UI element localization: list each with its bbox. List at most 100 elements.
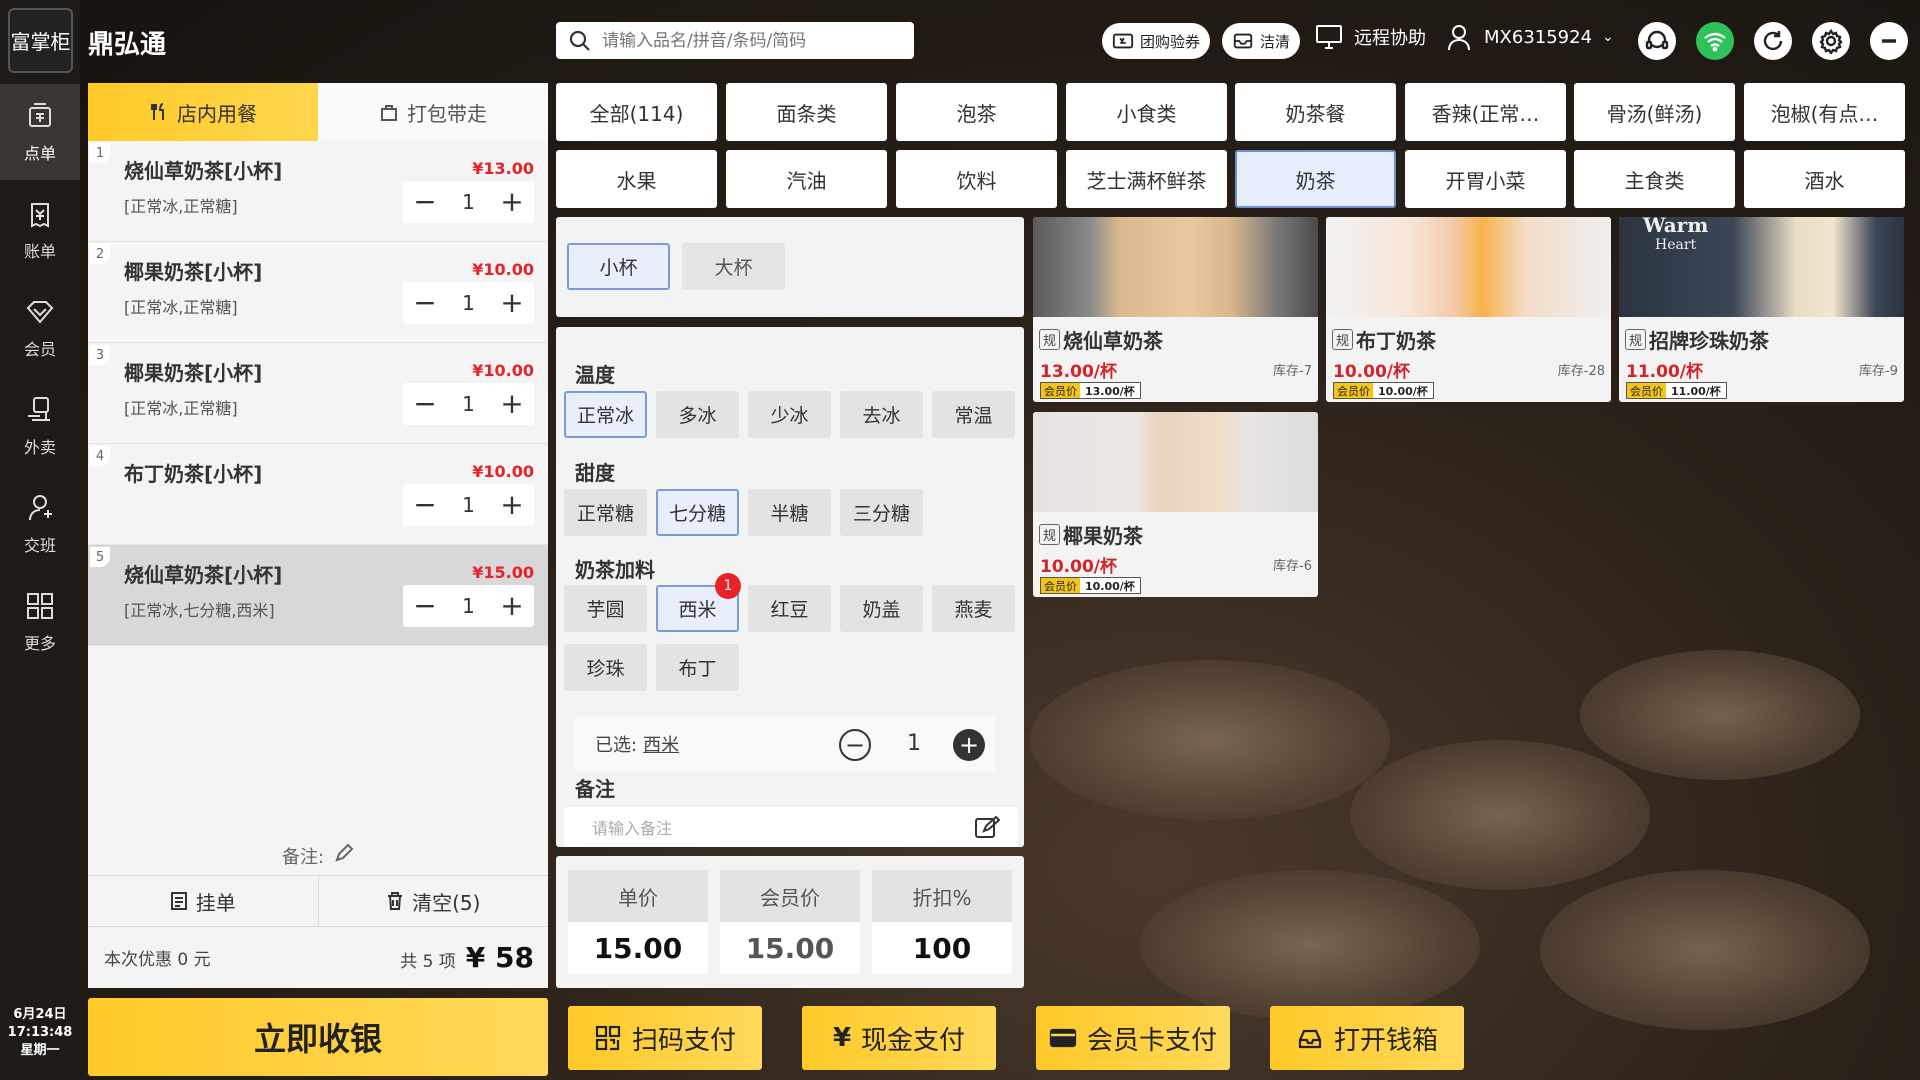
order-line-item[interactable]: 3 椰果奶茶[小杯] ¥10.00 [正常冰,正常糖] − 1 + <box>88 343 548 444</box>
category-item-active[interactable]: 奶茶 <box>1235 150 1396 208</box>
increase-button[interactable]: + <box>500 188 524 216</box>
category-item[interactable]: 汽油 <box>726 150 887 208</box>
product-card[interactable]: Warm Heart 规招牌珍珠奶茶 11.00/杯 库存-9 会员价 11.00… <box>1619 217 1904 402</box>
sweet-option[interactable]: 七分糖 <box>656 489 739 536</box>
checkout-button[interactable]: 立即收银 <box>88 998 548 1076</box>
user-icon <box>1448 25 1470 51</box>
clean-button[interactable]: 洁清 <box>1222 23 1301 59</box>
tab-takeaway[interactable]: 打包带走 <box>318 83 548 141</box>
product-image: Warm Heart <box>1619 217 1904 317</box>
topping-decrease-button[interactable]: − <box>839 729 871 761</box>
search-box[interactable] <box>556 22 914 59</box>
settings-button[interactable] <box>1812 22 1850 60</box>
topping-option[interactable]: 布丁 <box>656 644 739 691</box>
order-note[interactable]: 备注: <box>88 843 548 869</box>
product-card[interactable]: 规烧仙草奶茶 13.00/杯 库存-7 会员价 13.00/杯 <box>1033 217 1318 402</box>
support-button[interactable] <box>1638 22 1676 60</box>
category-all[interactable]: 全部(114) <box>556 83 717 141</box>
mail-icon <box>1233 33 1253 49</box>
category-item[interactable]: 小食类 <box>1066 83 1227 141</box>
increase-button[interactable]: + <box>500 592 524 620</box>
nav-handover[interactable]: 交班 <box>0 476 80 572</box>
order-line-item[interactable]: 1 烧仙草奶茶[小杯] ¥13.00 [正常冰,正常糖] − 1 + <box>88 141 548 242</box>
order-icon <box>29 103 51 127</box>
brand-name: 鼎弘通 <box>88 30 167 60</box>
increase-button[interactable]: + <box>500 491 524 519</box>
topping-option[interactable]: 燕麦 <box>932 585 1015 632</box>
open-drawer-button[interactable]: 打开钱箱 <box>1270 1006 1464 1070</box>
spec-options-panel: 温度 正常冰 多冰 少冰 去冰 常温 甜度 正常糖 七分糖 半糖 三分糖 奶茶加… <box>556 327 1024 847</box>
category-item[interactable]: 骨汤(鲜汤) <box>1574 83 1735 141</box>
sweet-option[interactable]: 三分糖 <box>840 489 923 536</box>
trash-icon <box>388 892 403 910</box>
topping-option[interactable]: 珍珠 <box>564 644 647 691</box>
category-item[interactable]: 面条类 <box>726 83 887 141</box>
increase-button[interactable]: + <box>500 390 524 418</box>
quantity-stepper: − 1 + <box>403 181 534 223</box>
category-item[interactable]: 芝士满杯鲜茶 <box>1066 150 1227 208</box>
discount-field[interactable]: 折扣% 100 <box>872 870 1012 974</box>
tab-dine-in[interactable]: 店内用餐 <box>88 83 318 141</box>
category-item[interactable]: 香辣(正常… <box>1405 83 1566 141</box>
temp-option[interactable]: 少冰 <box>748 391 831 438</box>
order-line-item[interactable]: 4 布丁奶茶[小杯] ¥10.00 − 1 + <box>88 444 548 545</box>
decrease-button[interactable]: − <box>413 289 437 317</box>
decrease-button[interactable]: − <box>413 188 437 216</box>
temp-option[interactable]: 常温 <box>932 391 1015 438</box>
decrease-button[interactable]: − <box>413 390 437 418</box>
document-icon <box>170 892 187 910</box>
size-large[interactable]: 大杯 <box>682 243 785 290</box>
wifi-status[interactable] <box>1696 22 1734 60</box>
search-input[interactable] <box>602 30 902 51</box>
order-line-item[interactable]: 2 椰果奶茶[小杯] ¥10.00 [正常冰,正常糖] − 1 + <box>88 242 548 343</box>
topping-option[interactable]: 西米 1 <box>656 573 741 632</box>
refresh-button[interactable] <box>1754 22 1792 60</box>
category-item[interactable]: 泡茶 <box>896 83 1057 141</box>
topping-increase-button[interactable]: + <box>953 729 985 761</box>
nav-order[interactable]: 点单 <box>0 84 80 180</box>
handover-icon <box>29 495 52 521</box>
category-item[interactable]: 开胃小菜 <box>1405 150 1566 208</box>
category-item[interactable]: 泡椒(有点… <box>1744 83 1905 141</box>
decrease-button[interactable]: − <box>413 491 437 519</box>
product-card[interactable]: 规布丁奶茶 10.00/杯 库存-28 会员价 10.00/杯 <box>1326 217 1611 402</box>
search-icon <box>569 30 590 51</box>
topping-option[interactable]: 芋圆 <box>564 585 647 632</box>
size-small[interactable]: 小杯 <box>567 243 670 290</box>
scan-pay-button[interactable]: 扫码支付 <box>568 1006 762 1070</box>
nav-bill[interactable]: 账单 <box>0 182 80 278</box>
category-item[interactable]: 奶茶餐 <box>1235 83 1396 141</box>
topping-option[interactable]: 奶盖 <box>840 585 923 632</box>
minimize-button[interactable] <box>1870 22 1908 60</box>
category-item[interactable]: 酒水 <box>1744 150 1905 208</box>
temperature-label: 温度 <box>575 363 615 387</box>
temp-option[interactable]: 多冰 <box>656 391 739 438</box>
category-item[interactable]: 主食类 <box>1574 150 1735 208</box>
sweetness-label: 甜度 <box>575 461 615 485</box>
temp-option[interactable]: 正常冰 <box>564 391 647 438</box>
group-buy-button[interactable]: 团购验券 <box>1102 23 1211 59</box>
clear-order-button[interactable]: 清空(5) <box>317 876 549 926</box>
unit-price-field[interactable]: 单价 15.00 <box>568 870 708 974</box>
category-item[interactable]: 水果 <box>556 150 717 208</box>
category-item[interactable]: 饮料 <box>896 150 1057 208</box>
remote-assist-button[interactable]: 远程协助 <box>1314 22 1426 52</box>
nav-member[interactable]: 会员 <box>0 280 80 376</box>
increase-button[interactable]: + <box>500 289 524 317</box>
product-card[interactable]: 规椰果奶茶 10.00/杯 库存-6 会员价 10.00/杯 <box>1033 412 1318 597</box>
price-panel: 单价 15.00 会员价 15.00 折扣% 100 <box>556 856 1024 988</box>
member-card-pay-button[interactable]: 会员卡支付 <box>1036 1006 1230 1070</box>
temp-option[interactable]: 去冰 <box>840 391 923 438</box>
decrease-button[interactable]: − <box>413 592 437 620</box>
hold-order-button[interactable]: 挂单 <box>88 876 318 926</box>
cash-pay-button[interactable]: ¥ 现金支付 <box>802 1006 996 1070</box>
order-line-item-selected[interactable]: 5 烧仙草奶茶[小杯] ¥15.00 [正常冰,七分糖,西米] − 1 + <box>88 545 548 646</box>
note-input[interactable]: 请输入备注 <box>564 807 1018 847</box>
nav-delivery[interactable]: 外卖 <box>0 378 80 474</box>
left-nav-rail: 富掌柜 点单 账单 会员 外卖 交班 更多 6月24日 17:13:48 星期一 <box>0 0 80 1080</box>
topping-option[interactable]: 红豆 <box>748 585 831 632</box>
sweet-option[interactable]: 半糖 <box>748 489 831 536</box>
nav-more[interactable]: 更多 <box>0 574 80 670</box>
account-dropdown[interactable]: MX6315924 ⌄ <box>1444 22 1614 52</box>
sweet-option[interactable]: 正常糖 <box>564 489 647 536</box>
